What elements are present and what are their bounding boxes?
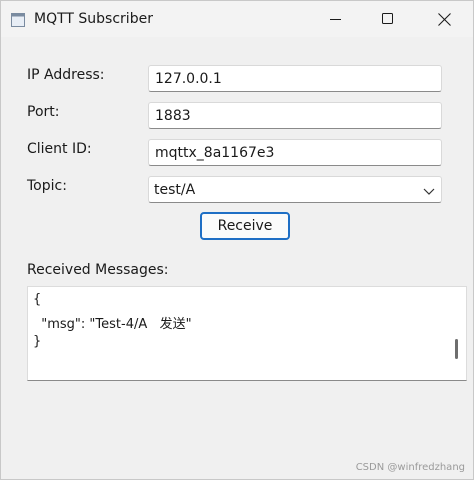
client-id-field[interactable]: mqttx_8a1167e3 (148, 139, 442, 166)
close-icon (437, 12, 451, 26)
scrollbar-thumb[interactable] (455, 339, 458, 359)
topic-dropdown[interactable]: test/A (148, 176, 442, 203)
ip-address-field[interactable]: 127.0.0.1 (148, 65, 442, 92)
window-title: MQTT Subscriber (34, 11, 153, 27)
message-line: "msg": "Test-4/A 发送" (33, 317, 192, 332)
message-line: { (33, 292, 42, 307)
client-id-label: Client ID: (27, 141, 92, 157)
chevron-down-icon[interactable] (423, 184, 435, 200)
received-messages-label: Received Messages: (27, 262, 169, 278)
topic-selected-value: test/A (154, 182, 196, 198)
received-messages-textarea[interactable]: { "msg": "Test-4/A 发送" } (27, 286, 467, 381)
topic-label: Topic: (27, 178, 67, 194)
maximize-icon (382, 13, 393, 24)
message-line: } (33, 334, 42, 349)
receive-button[interactable]: Receive (200, 212, 290, 240)
title-bar[interactable]: MQTT Subscriber (1, 1, 473, 37)
port-field[interactable]: 1883 (148, 102, 442, 129)
minimize-button[interactable] (313, 1, 359, 37)
maximize-button[interactable] (365, 1, 411, 37)
close-button[interactable] (421, 1, 467, 37)
watermark: CSDN @winfredzhang (355, 462, 465, 473)
minimize-icon (330, 19, 341, 20)
app-icon (11, 12, 25, 27)
app-window: MQTT Subscriber IP Address: 127.0.0.1 Po… (0, 0, 474, 480)
port-label: Port: (27, 104, 60, 120)
ip-address-label: IP Address: (27, 67, 105, 83)
